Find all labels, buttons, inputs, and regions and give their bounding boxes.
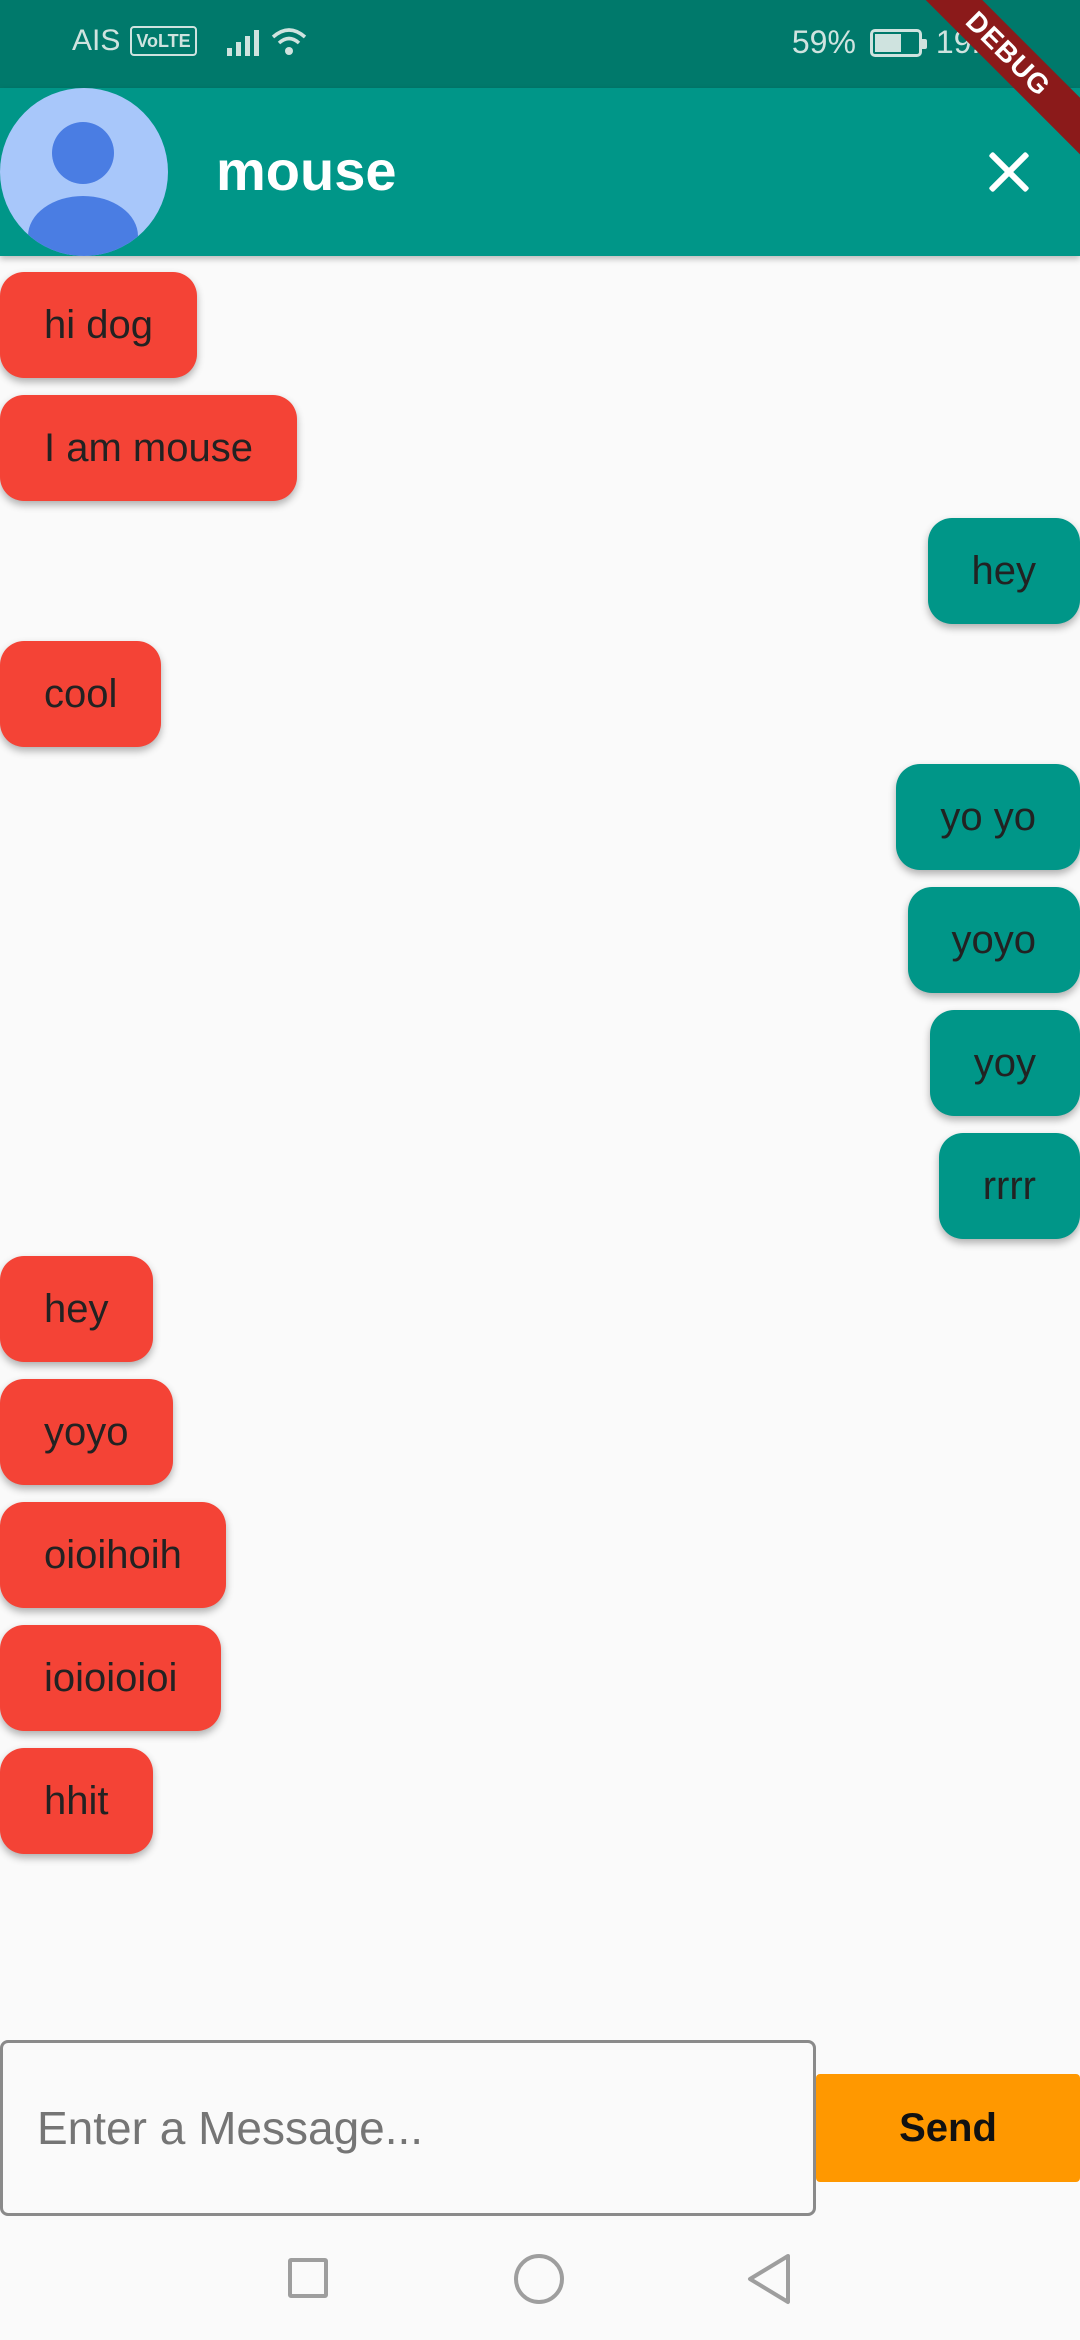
recents-icon[interactable] <box>288 2258 328 2298</box>
carrier-label: AIS <box>72 24 121 57</box>
message-bubble: ioioioioi <box>0 1625 222 1731</box>
status-bar: AIS VoLTE 59% 19:04 <box>0 0 1080 88</box>
home-icon[interactable] <box>514 2254 564 2304</box>
message-bubble: cool <box>0 641 162 747</box>
message-bubble: oioihoih <box>0 1502 226 1608</box>
navigation-bar <box>0 2228 1080 2340</box>
signal-icon <box>226 26 259 56</box>
close-icon[interactable] <box>978 142 1038 202</box>
send-button[interactable]: Send <box>816 2074 1080 2182</box>
message-bubble: hey <box>0 1256 153 1362</box>
message-bubble: yoyo <box>907 887 1080 993</box>
message-bubble: hi dog <box>0 272 197 378</box>
message-bubble: hhit <box>0 1748 153 1854</box>
message-bubble: hey <box>927 518 1080 624</box>
person-avatar-icon[interactable] <box>0 88 168 256</box>
battery-icon <box>869 28 927 57</box>
message-input[interactable]: Enter a Message... <box>0 2040 816 2216</box>
app-bar: mouse <box>0 88 1080 256</box>
battery-percent: 59% <box>791 24 856 60</box>
wifi-icon <box>271 28 306 55</box>
message-list[interactable]: hi dog I am mouse hey cool yo yo yoyo yo… <box>0 256 1080 2036</box>
message-bubble: rrrr <box>938 1133 1080 1239</box>
volte-badge: VoLTE <box>130 26 197 56</box>
message-bubble: yo yo <box>896 764 1080 870</box>
message-input-placeholder: Enter a Message... <box>37 2102 424 2154</box>
message-bubble: yoy <box>929 1010 1080 1116</box>
message-bubble: I am mouse <box>0 395 297 501</box>
chat-title: mouse <box>216 139 397 202</box>
message-bubble: yoyo <box>0 1379 173 1485</box>
back-icon[interactable] <box>744 2252 792 2306</box>
status-left: AIS VoLTE <box>72 24 309 58</box>
